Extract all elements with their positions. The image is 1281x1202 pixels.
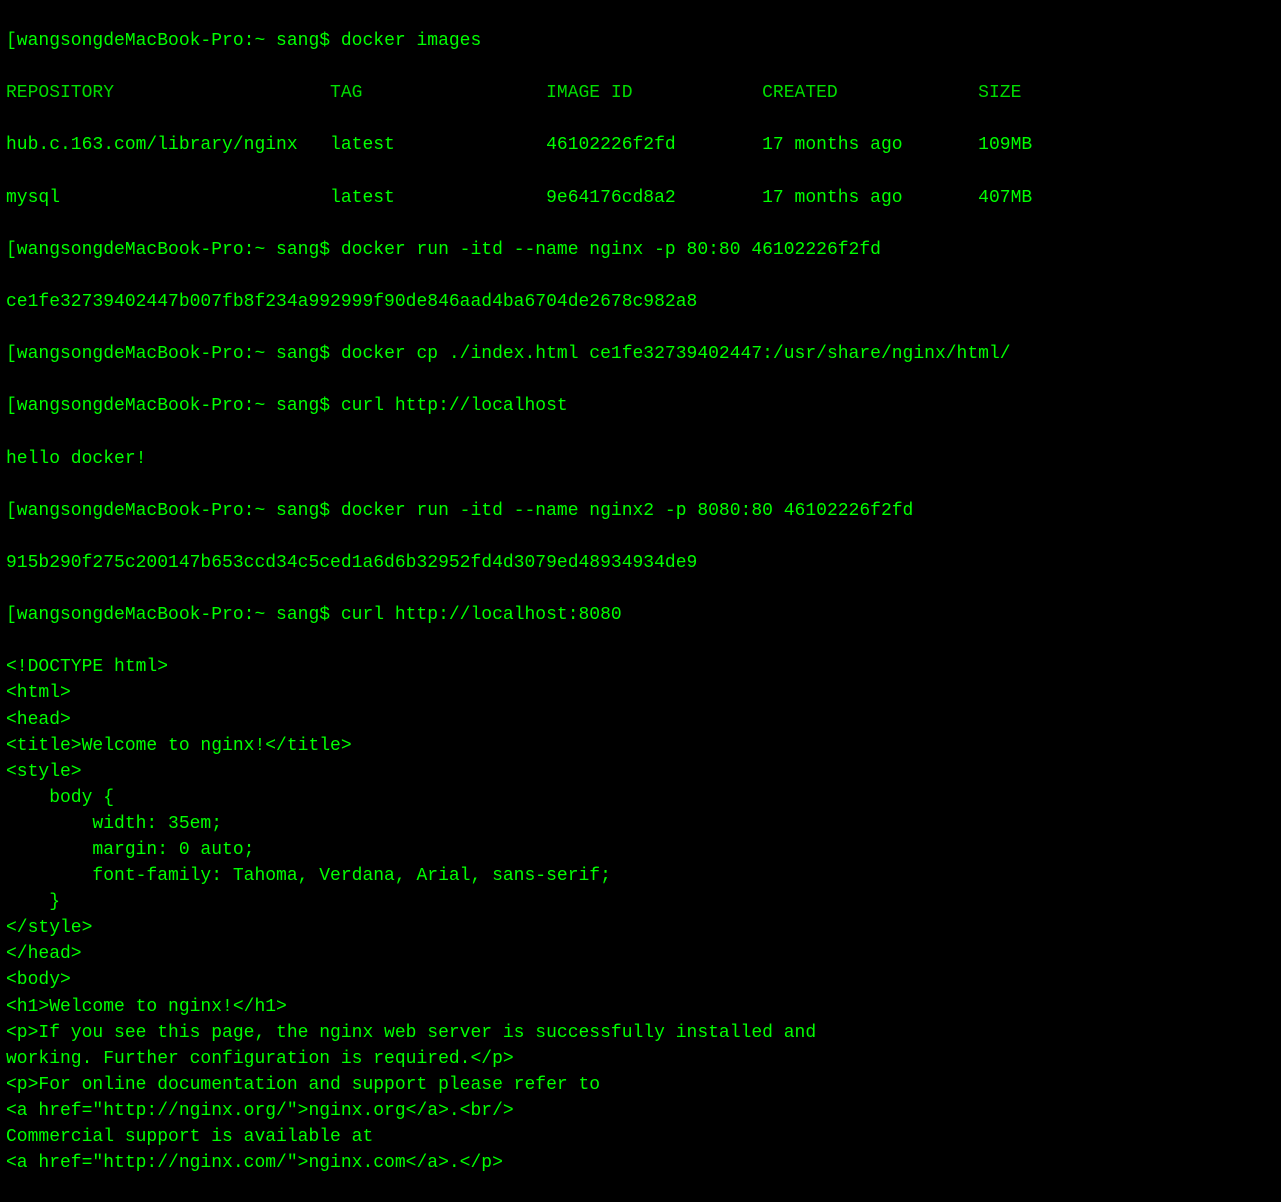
table-row: mysql latest 9e64176cd8a2 17 months ago … (6, 185, 1275, 211)
command-text: curl http://localhost:8080 (341, 605, 622, 625)
html-output-line: <p>For online documentation and support … (6, 1072, 1275, 1098)
prompt: [wangsongdeMacBook-Pro:~ sang$ (6, 31, 341, 51)
html-output-line: Commercial support is available at (6, 1124, 1275, 1150)
prompt: [wangsongdeMacBook-Pro:~ sang$ (6, 240, 341, 260)
html-output-line: } (6, 889, 1275, 915)
command-text: docker run -itd --name nginx -p 80:80 46… (341, 240, 881, 260)
html-output-line: </head> (6, 941, 1275, 967)
html-output-line: <a href="http://nginx.org/">nginx.org</a… (6, 1098, 1275, 1124)
command-text: curl http://localhost (341, 396, 568, 416)
html-output-line: </style> (6, 915, 1275, 941)
terminal-window[interactable]: [wangsongdeMacBook-Pro:~ sang$ docker im… (6, 2, 1275, 1202)
html-output-line: <p>If you see this page, the nginx web s… (6, 1020, 1275, 1046)
html-output-line: <head> (6, 707, 1275, 733)
html-output-line: <body> (6, 967, 1275, 993)
html-output-line: body { (6, 785, 1275, 811)
prompt-line: [wangsongdeMacBook-Pro:~ sang$ docker im… (6, 28, 1275, 54)
command-text: docker images (341, 31, 481, 51)
command-text: docker cp ./index.html ce1fe32739402447:… (341, 344, 1011, 364)
header-repository: REPOSITORY TAG IMAGE ID CREATED SIZE (6, 83, 1021, 103)
prompt-line: [wangsongdeMacBook-Pro:~ sang$ docker ru… (6, 498, 1275, 524)
html-output-block: <!DOCTYPE html><html><head><title>Welcom… (6, 654, 1275, 1176)
prompt-line: [wangsongdeMacBook-Pro:~ sang$ curl http… (6, 602, 1275, 628)
html-output-line: <title>Welcome to nginx!</title> (6, 733, 1275, 759)
html-output-line: font-family: Tahoma, Verdana, Arial, san… (6, 863, 1275, 889)
prompt-line: [wangsongdeMacBook-Pro:~ sang$ docker cp… (6, 341, 1275, 367)
html-output-line: margin: 0 auto; (6, 837, 1275, 863)
html-output-line: <html> (6, 680, 1275, 706)
prompt: [wangsongdeMacBook-Pro:~ sang$ (6, 396, 341, 416)
prompt-line: [wangsongdeMacBook-Pro:~ sang$ curl http… (6, 393, 1275, 419)
html-output-line: <a href="http://nginx.com/">nginx.com</a… (6, 1150, 1275, 1176)
prompt: [wangsongdeMacBook-Pro:~ sang$ (6, 501, 341, 521)
command-text: docker run -itd --name nginx2 -p 8080:80… (341, 501, 914, 521)
html-output-line: working. Further configuration is requir… (6, 1046, 1275, 1072)
table-header-row: REPOSITORY TAG IMAGE ID CREATED SIZE (6, 80, 1275, 106)
output-container-id: ce1fe32739402447b007fb8f234a992999f90de8… (6, 289, 1275, 315)
output-curl: hello docker! (6, 446, 1275, 472)
html-output-line: width: 35em; (6, 811, 1275, 837)
prompt: [wangsongdeMacBook-Pro:~ sang$ (6, 605, 341, 625)
output-container-id: 915b290f275c200147b653ccd34c5ced1a6d6b32… (6, 550, 1275, 576)
prompt: [wangsongdeMacBook-Pro:~ sang$ (6, 344, 341, 364)
html-output-line: <!DOCTYPE html> (6, 654, 1275, 680)
html-output-line: <style> (6, 759, 1275, 785)
prompt-line: [wangsongdeMacBook-Pro:~ sang$ docker ru… (6, 237, 1275, 263)
table-row: hub.c.163.com/library/nginx latest 46102… (6, 132, 1275, 158)
html-output-line: <h1>Welcome to nginx!</h1> (6, 994, 1275, 1020)
